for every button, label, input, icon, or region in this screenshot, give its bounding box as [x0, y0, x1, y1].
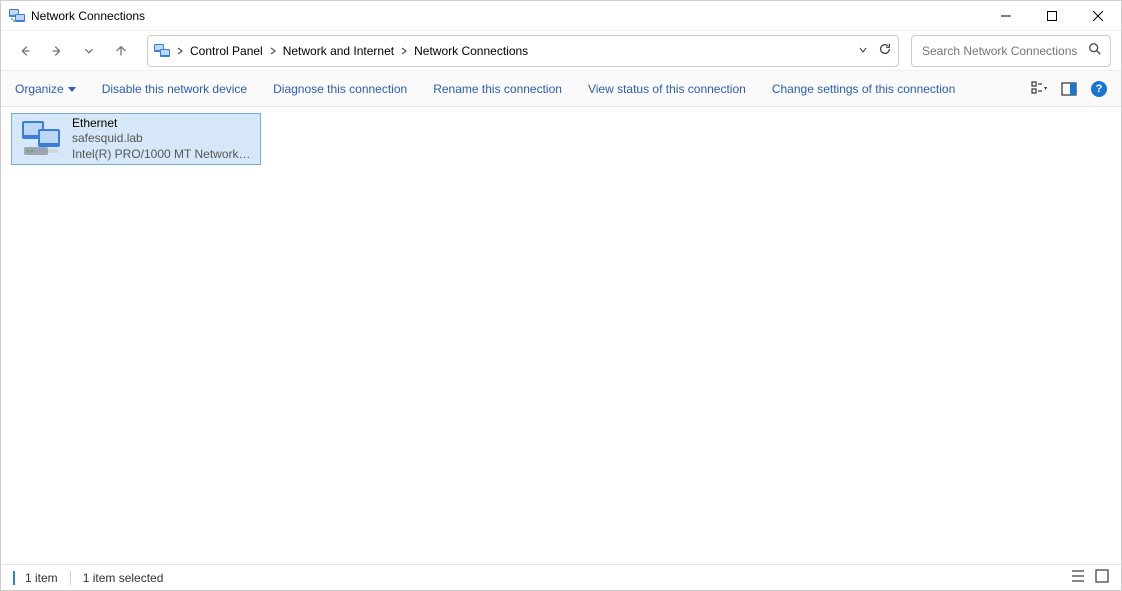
adapter-labels: Ethernet safesquid.lab Intel(R) PRO/1000…: [72, 116, 252, 163]
status-accent: [13, 571, 15, 585]
command-bar: Organize Disable this network device Dia…: [1, 71, 1121, 107]
chevron-right-icon[interactable]: [174, 47, 186, 55]
organize-button[interactable]: Organize: [15, 82, 76, 96]
breadcrumb: Control Panel Network and Internet Netwo…: [186, 42, 852, 60]
content-area[interactable]: Ethernet safesquid.lab Intel(R) PRO/1000…: [1, 107, 1121, 564]
address-right: [852, 42, 892, 59]
status-view-controls: [1071, 569, 1109, 586]
network-adapter-item[interactable]: Ethernet safesquid.lab Intel(R) PRO/1000…: [11, 113, 261, 165]
organize-label: Organize: [15, 82, 64, 96]
view-options-button[interactable]: [1031, 81, 1047, 97]
search-box[interactable]: [911, 35, 1111, 67]
large-icons-view-button[interactable]: [1095, 569, 1109, 586]
change-settings-button[interactable]: Change settings of this connection: [772, 82, 955, 96]
titlebar: Network Connections: [1, 1, 1121, 31]
view-controls: ?: [1031, 81, 1107, 97]
nav-up-button[interactable]: [107, 37, 135, 65]
breadcrumb-segment[interactable]: Network and Internet: [279, 42, 398, 60]
chevron-right-icon[interactable]: [398, 47, 410, 55]
diagnose-connection-button[interactable]: Diagnose this connection: [273, 82, 407, 96]
control-panel-icon: [154, 43, 170, 59]
address-dropdown[interactable]: [858, 44, 868, 58]
help-button[interactable]: ?: [1091, 81, 1107, 97]
nav-row: Control Panel Network and Internet Netwo…: [1, 31, 1121, 71]
dropdown-arrow-icon: [68, 82, 76, 96]
nav-back-button[interactable]: [11, 37, 39, 65]
adapter-name: Ethernet: [72, 116, 252, 132]
window-controls: [983, 1, 1121, 30]
address-bar[interactable]: Control Panel Network and Internet Netwo…: [147, 35, 899, 67]
view-status-button[interactable]: View status of this connection: [588, 82, 746, 96]
adapter-network: safesquid.lab: [72, 131, 252, 147]
disable-device-button[interactable]: Disable this network device: [102, 82, 247, 96]
ethernet-adapter-icon: [20, 119, 64, 159]
rename-connection-button[interactable]: Rename this connection: [433, 82, 562, 96]
nav-history-dropdown[interactable]: [75, 37, 103, 65]
minimize-button[interactable]: [983, 1, 1029, 30]
adapter-device: Intel(R) PRO/1000 MT Network C...: [72, 147, 252, 163]
network-connections-icon: [9, 8, 25, 24]
status-separator: [70, 571, 71, 585]
search-input[interactable]: [920, 43, 1088, 59]
breadcrumb-segment[interactable]: Network Connections: [410, 42, 532, 60]
close-button[interactable]: [1075, 1, 1121, 30]
breadcrumb-segment[interactable]: Control Panel: [186, 42, 267, 60]
nav-forward-button[interactable]: [43, 37, 71, 65]
search-icon[interactable]: [1088, 42, 1102, 59]
refresh-button[interactable]: [878, 42, 892, 59]
status-selected-count: 1 item selected: [83, 571, 164, 585]
preview-pane-button[interactable]: [1061, 81, 1077, 97]
details-view-button[interactable]: [1071, 569, 1085, 586]
window-title: Network Connections: [31, 9, 983, 23]
chevron-right-icon[interactable]: [267, 47, 279, 55]
status-bar: 1 item 1 item selected: [1, 564, 1121, 590]
status-item-count: 1 item: [25, 571, 58, 585]
maximize-button[interactable]: [1029, 1, 1075, 30]
